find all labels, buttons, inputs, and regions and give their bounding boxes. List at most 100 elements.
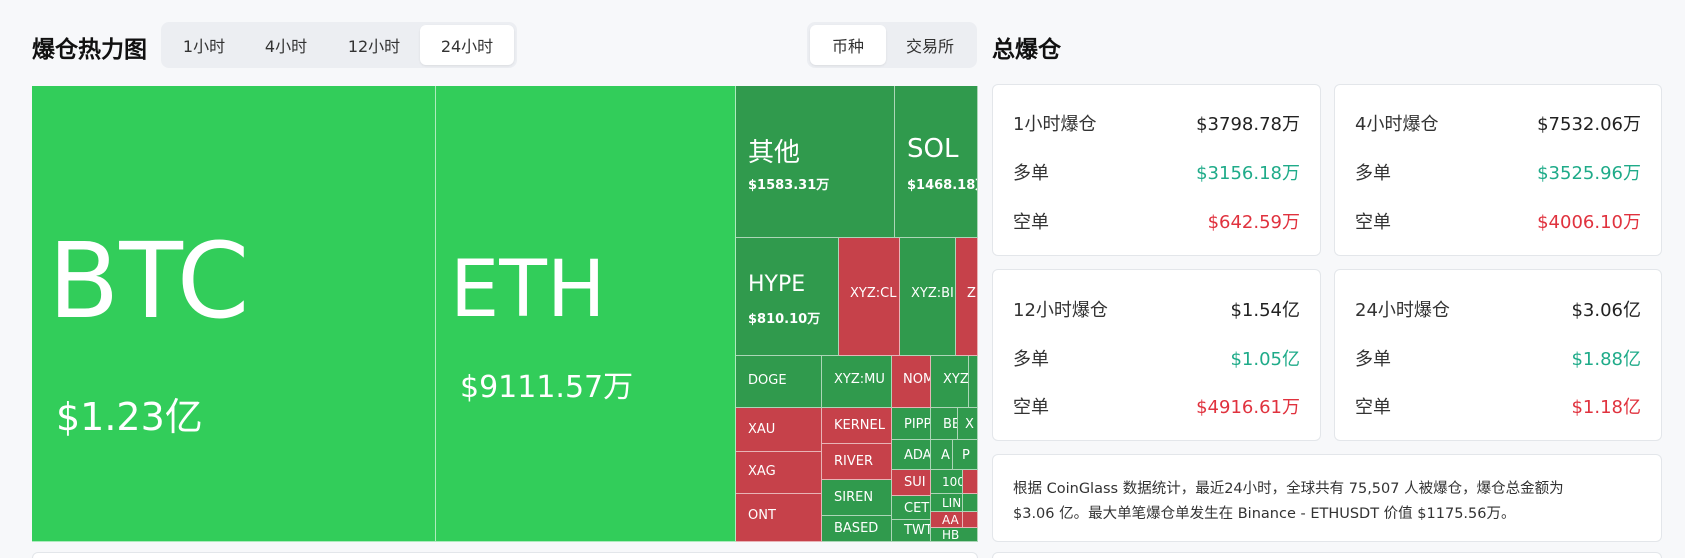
next-panel-edge bbox=[32, 552, 978, 558]
heatmap-cell-xyz[interactable]: XYZ bbox=[931, 356, 969, 408]
cell-symbol: TWT bbox=[904, 523, 931, 538]
cell-symbol: ADA bbox=[904, 448, 931, 463]
cell-symbol: BASED bbox=[834, 521, 879, 536]
summary-card-12h: 12小时爆仓 $1.54亿 多单 $1.05亿 空单 $4916.61万 bbox=[992, 269, 1321, 441]
cell-symbol: XAU bbox=[748, 422, 776, 437]
short-value: $4006.10万 bbox=[1537, 212, 1641, 233]
cell-symbol: HYPE bbox=[748, 272, 806, 297]
cell-value: $810.10万 bbox=[748, 312, 821, 327]
heatmap-cell-other[interactable]: 其他 $1583.31万 bbox=[736, 86, 895, 238]
heatmap-cell-kernel[interactable]: KERNEL bbox=[822, 408, 892, 444]
period-label: 12小时爆仓 bbox=[1013, 300, 1108, 321]
cell-symbol: HB bbox=[942, 528, 960, 542]
heatmap-cell-twt[interactable]: TWT bbox=[892, 520, 931, 542]
period-label: 24小时爆仓 bbox=[1355, 300, 1450, 321]
cell-symbol: XYZ bbox=[943, 372, 969, 387]
heatmap-cell-ze[interactable]: ZE bbox=[956, 238, 978, 356]
cell-value: $9111.57万 bbox=[460, 370, 634, 405]
total-value: $1.54亿 bbox=[1230, 300, 1300, 321]
next-panel-edge-right bbox=[992, 552, 1662, 558]
tab-12h[interactable]: 12小时 bbox=[328, 25, 420, 65]
cell-symbol: 100 bbox=[942, 475, 963, 489]
cell-symbol: BTC bbox=[48, 220, 250, 342]
heatmap-cell-aa[interactable]: AA bbox=[931, 512, 963, 528]
heatmap-cell-misc3[interactable] bbox=[963, 494, 978, 512]
heatmap-cell-a[interactable]: A bbox=[931, 440, 953, 470]
heatmap-cell-100[interactable]: 100 bbox=[931, 470, 963, 494]
heatmap-cell-misc[interactable] bbox=[969, 356, 978, 408]
cell-symbol: XYZ:MU bbox=[834, 372, 885, 387]
long-label: 多单 bbox=[1013, 163, 1049, 184]
cell-symbol: SOL bbox=[907, 134, 959, 164]
heatmap-cell-siren[interactable]: SIREN bbox=[822, 480, 892, 516]
cell-value: $1583.31万 bbox=[748, 178, 830, 193]
cell-symbol: BE bbox=[943, 417, 957, 432]
heatmap-cell-sol[interactable]: SOL $1468.18万 bbox=[895, 86, 978, 238]
heatmap-cell-be[interactable]: BE bbox=[931, 408, 958, 440]
period-label: 1小时爆仓 bbox=[1013, 114, 1097, 135]
cell-symbol: SUI bbox=[904, 475, 926, 490]
heatmap-cell-lin[interactable]: LIN bbox=[931, 494, 963, 512]
note-line-2: $3.06 亿。最大单笔爆仓单发生在 Binance - ETHUSDT 价值 … bbox=[1013, 506, 1516, 522]
cell-value: $1468.18万 bbox=[907, 178, 977, 193]
long-label: 多单 bbox=[1355, 349, 1391, 370]
cell-symbol: RIVER bbox=[834, 454, 874, 469]
heatmap-cell-xag[interactable]: XAG bbox=[736, 452, 822, 494]
cell-symbol: SIREN bbox=[834, 490, 874, 505]
heatmap-cell-xyz-cl[interactable]: XYZ:CL bbox=[839, 238, 900, 356]
time-range-tabs: 1小时 4小时 12小时 24小时 bbox=[161, 22, 517, 68]
heatmap-cell-sui[interactable]: SUI bbox=[892, 470, 931, 496]
heatmap-cell-misc4[interactable] bbox=[963, 512, 978, 528]
tab-1h[interactable]: 1小时 bbox=[164, 25, 244, 65]
note-line-1: 根据 CoinGlass 数据统计，最近24小时，全球共有 75,507 人被爆… bbox=[1013, 481, 1564, 497]
cell-symbol: A bbox=[941, 448, 950, 463]
summary-card-1h: 1小时爆仓 $3798.78万 多单 $3156.18万 空单 $642.59万 bbox=[992, 84, 1321, 256]
cell-symbol: XYZ:BI bbox=[911, 286, 954, 301]
heatmap-cell-hype[interactable]: HYPE $810.10万 bbox=[736, 238, 839, 356]
long-value: $3156.18万 bbox=[1196, 163, 1300, 184]
heatmap-cell-xau[interactable]: XAU bbox=[736, 408, 822, 452]
short-value: $642.59万 bbox=[1207, 212, 1300, 233]
heatmap-cell-nom[interactable]: NOM bbox=[892, 356, 931, 408]
cell-symbol: ONT bbox=[748, 508, 776, 523]
tab-coin[interactable]: 币种 bbox=[810, 25, 886, 65]
total-liquidation-title: 总爆仓 bbox=[992, 37, 1061, 63]
total-value: $3.06亿 bbox=[1571, 300, 1641, 321]
cell-symbol: KERNEL bbox=[834, 418, 885, 433]
liquidation-heatmap: BTC $1.23亿 ETH $9111.57万 其他 $1583.31万 SO… bbox=[32, 86, 978, 542]
heatmap-cell-x[interactable]: X bbox=[958, 408, 978, 440]
cell-symbol: ETH bbox=[450, 245, 606, 335]
cell-symbol: AA bbox=[942, 513, 959, 527]
heatmap-cell-misc2[interactable] bbox=[963, 470, 978, 494]
summary-card-24h: 24小时爆仓 $3.06亿 多单 $1.88亿 空单 $1.18亿 bbox=[1334, 269, 1662, 441]
heatmap-cell-ont[interactable]: ONT bbox=[736, 494, 822, 542]
heatmap-cell-pipp[interactable]: PIPP bbox=[892, 408, 931, 440]
heatmap-title: 爆仓热力图 bbox=[32, 37, 147, 63]
heatmap-cell-hb[interactable]: HB bbox=[931, 528, 978, 542]
cell-symbol: ZE bbox=[967, 286, 977, 301]
heatmap-cell-xyz-bi[interactable]: XYZ:BI bbox=[900, 238, 956, 356]
heatmap-cell-cetu[interactable]: CETU bbox=[892, 496, 931, 520]
tab-4h[interactable]: 4小时 bbox=[244, 25, 328, 65]
cell-symbol: DOGE bbox=[748, 373, 787, 388]
heatmap-cell-ada[interactable]: ADA bbox=[892, 440, 931, 470]
cell-symbol: NOM bbox=[903, 372, 930, 387]
heatmap-cell-based[interactable]: BASED bbox=[822, 516, 892, 542]
cell-symbol: P bbox=[962, 448, 970, 463]
heatmap-cell-river[interactable]: RIVER bbox=[822, 444, 892, 480]
heatmap-cell-eth[interactable]: ETH $9111.57万 bbox=[436, 86, 736, 542]
heatmap-cell-doge[interactable]: DOGE bbox=[736, 356, 822, 408]
cell-symbol: LIN bbox=[942, 496, 962, 510]
tab-exchange[interactable]: 交易所 bbox=[886, 25, 974, 65]
long-label: 多单 bbox=[1013, 349, 1049, 370]
heatmap-cell-p[interactable]: P bbox=[953, 440, 978, 470]
summary-card-4h: 4小时爆仓 $7532.06万 多单 $3525.96万 空单 $4006.10万 bbox=[1334, 84, 1662, 256]
short-label: 空单 bbox=[1355, 212, 1391, 233]
tab-24h[interactable]: 24小时 bbox=[420, 25, 514, 65]
cell-value: $1.23亿 bbox=[56, 395, 203, 439]
cell-symbol: PIPP bbox=[904, 417, 931, 432]
period-label: 4小时爆仓 bbox=[1355, 114, 1439, 135]
heatmap-cell-xyz-mu[interactable]: XYZ:MU bbox=[822, 356, 892, 408]
heatmap-cell-btc[interactable]: BTC $1.23亿 bbox=[32, 86, 436, 542]
short-label: 空单 bbox=[1355, 397, 1391, 418]
